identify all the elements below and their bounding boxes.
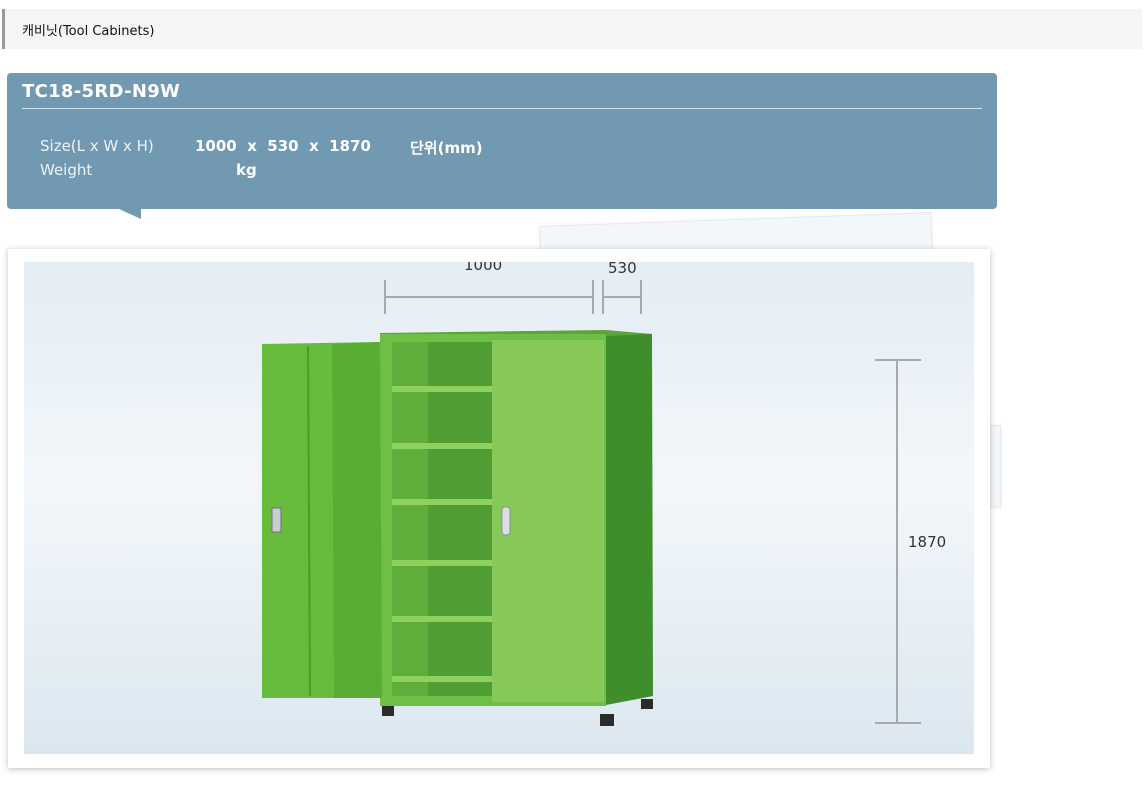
cabinet-illustration xyxy=(262,280,921,726)
spec-card: TC18-5RD-N9W Size(L x W x H) 1000 x 530 … xyxy=(7,73,997,209)
breadcrumb: 캐비닛(Tool Cabinets) xyxy=(22,24,155,39)
model-title: TC18-5RD-N9W xyxy=(22,81,181,102)
dimension-width: 1000 xyxy=(464,262,503,274)
product-image: 1000 530 1870 xyxy=(24,262,974,754)
weight-value: kg xyxy=(236,161,257,179)
size-label: Size(L x W x H) xyxy=(40,137,154,155)
size-value: 1000 x 530 x 1870 xyxy=(195,137,371,155)
divider xyxy=(22,108,982,109)
product-image-frame: 1000 530 1870 xyxy=(8,249,990,768)
spec-card-pointer xyxy=(119,209,141,219)
dimension-depth: 530 xyxy=(608,262,637,277)
dimension-height: 1870 xyxy=(908,533,947,551)
weight-label: Weight xyxy=(40,161,93,179)
size-unit: 단위(mm) xyxy=(410,139,483,157)
breadcrumb-bar: 캐비닛(Tool Cabinets) xyxy=(2,9,1142,49)
